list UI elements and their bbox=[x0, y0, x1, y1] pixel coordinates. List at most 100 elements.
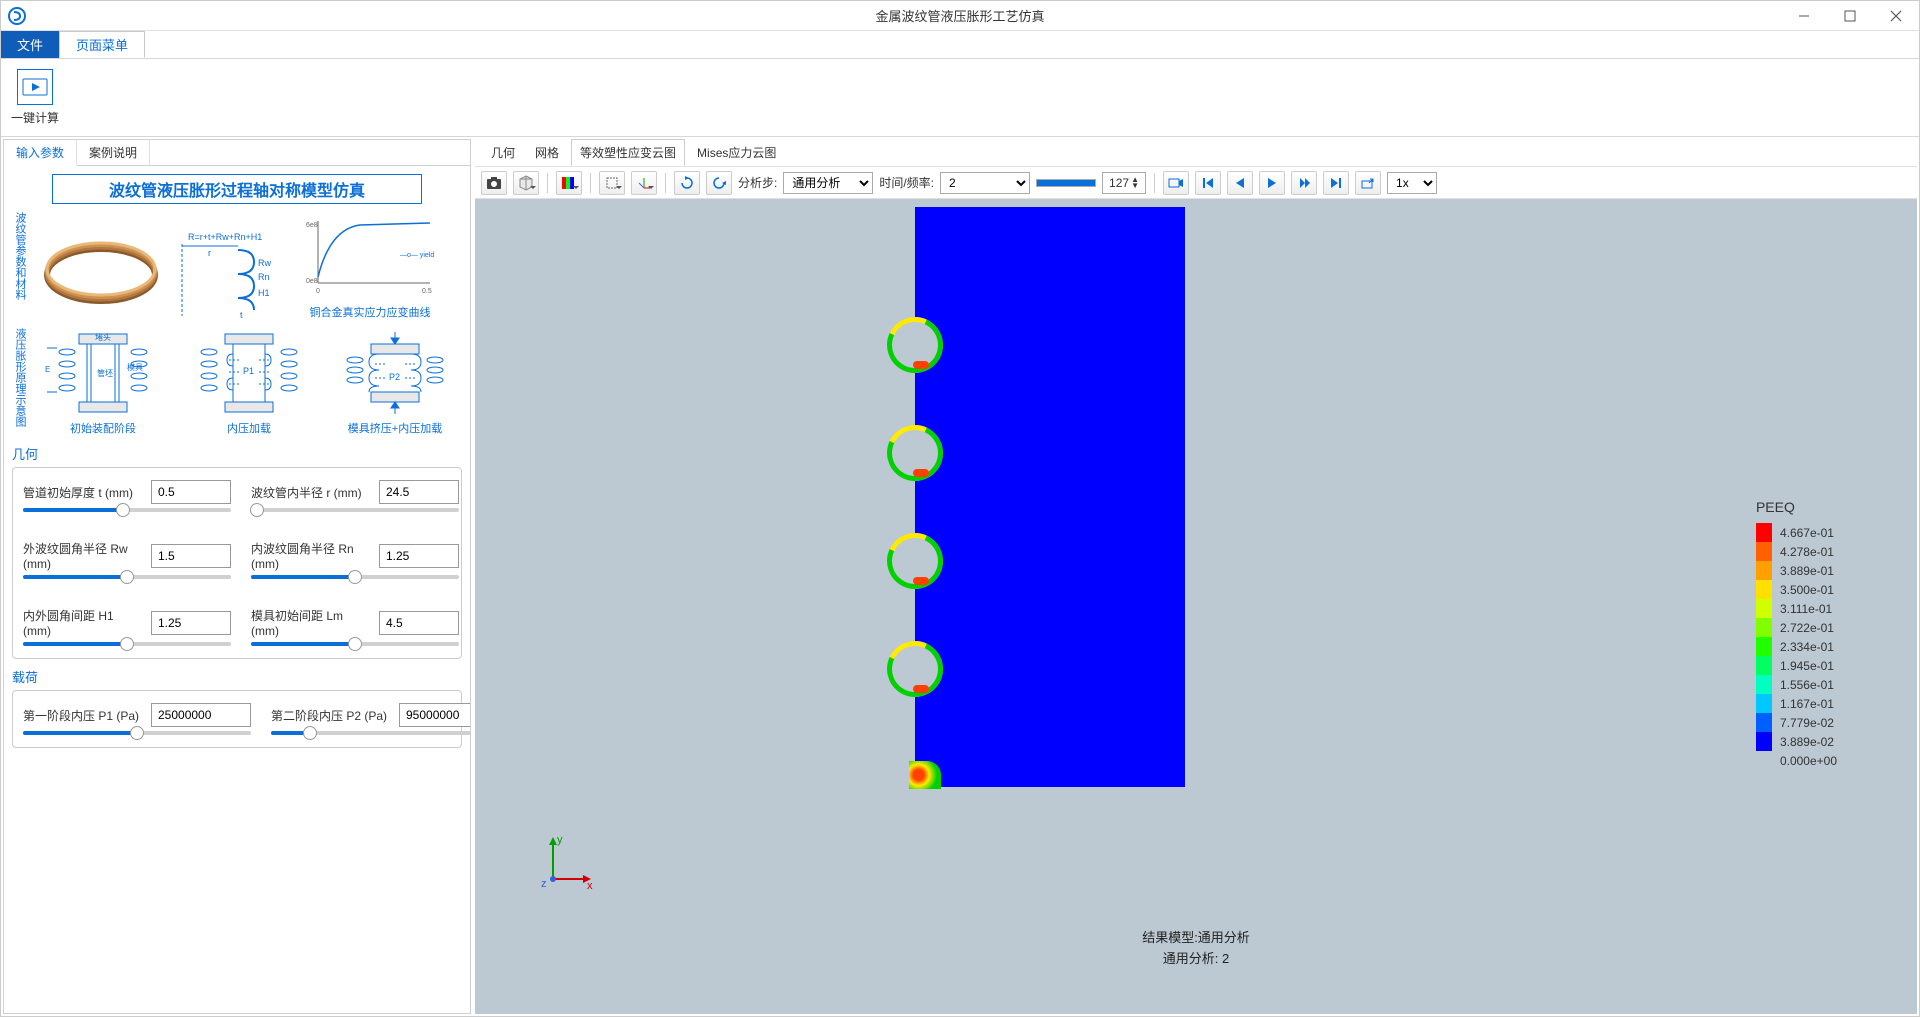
menu-file[interactable]: 文件 bbox=[1, 31, 59, 58]
param-input-Rw[interactable] bbox=[151, 544, 231, 568]
snapshot-button[interactable] bbox=[481, 171, 507, 195]
compute-button[interactable]: 一键计算 bbox=[11, 69, 59, 126]
param-label-Rn: 内波纹圆角半径 Rn (mm) bbox=[251, 540, 371, 571]
first-frame-button[interactable] bbox=[1195, 171, 1221, 195]
svg-text:管坯: 管坯 bbox=[97, 368, 113, 378]
stage1-caption: 初始装配阶段 bbox=[36, 420, 170, 436]
frame-spin[interactable]: 127▲▼ bbox=[1102, 172, 1146, 194]
left-panel: 输入参数 案例说明 波纹管液压胀形过程轴对称模型仿真 波纹管参数和材料 bbox=[3, 139, 471, 1014]
svg-text:—o— yield: —o— yield bbox=[400, 252, 434, 259]
illust-stress-curve: 6e8 0e8 0.5 0 —o— yield bbox=[300, 212, 440, 302]
param-input-P1[interactable] bbox=[151, 703, 251, 727]
viewtab-mises[interactable]: Mises应力云图 bbox=[689, 140, 784, 165]
svg-text:Rn: Rn bbox=[258, 272, 270, 282]
stage3-caption: 模具挤压+内压加载 bbox=[328, 420, 462, 436]
svg-text:6e8: 6e8 bbox=[306, 222, 318, 229]
param-slider-H1[interactable] bbox=[23, 642, 231, 646]
legend-title: PEEQ bbox=[1756, 499, 1837, 515]
legend-row: 1.556e-01 bbox=[1756, 675, 1837, 694]
svg-text:0e8: 0e8 bbox=[306, 278, 318, 285]
param-slider-P1[interactable] bbox=[23, 731, 251, 735]
param-label-Lm: 模具初始间距 Lm (mm) bbox=[251, 607, 371, 638]
legend-row: 3.889e-02 bbox=[1756, 732, 1837, 751]
param-slider-Lm[interactable] bbox=[251, 642, 459, 646]
illust-geometry-params: R=r+t+Rw+Rn+H1 r Rw Rn H1 t bbox=[178, 230, 288, 320]
param-input-Lm[interactable] bbox=[379, 611, 459, 635]
param-label-P1: 第一阶段内压 P1 (Pa) bbox=[23, 707, 143, 724]
legend-row: 4.667e-01 bbox=[1756, 523, 1837, 542]
prev-frame-button[interactable] bbox=[1227, 171, 1253, 195]
frame-slider[interactable] bbox=[1036, 179, 1096, 187]
param-input-t[interactable] bbox=[151, 480, 231, 504]
illust-stage-1: 堵头 管坯 模具 E bbox=[36, 328, 170, 418]
toolbar: 分析步: 通用分析 时间/频率: 2 127▲▼ 1x bbox=[475, 167, 1917, 199]
menu-page[interactable]: 页面菜单 bbox=[59, 31, 145, 58]
legend-row: 2.722e-01 bbox=[1756, 618, 1837, 637]
vlabel-specs: 波纹管参数和材料 bbox=[12, 212, 28, 320]
axes-button[interactable] bbox=[631, 171, 657, 195]
illust-stage-2: P1 bbox=[182, 328, 316, 418]
time-label: 时间/频率: bbox=[879, 174, 934, 191]
tab-input-params[interactable]: 输入参数 bbox=[4, 140, 77, 166]
simulation-result bbox=[915, 207, 1185, 787]
viewtab-peeq[interactable]: 等效塑性应变云图 bbox=[571, 139, 685, 166]
export-button[interactable] bbox=[1355, 171, 1381, 195]
maximize-button[interactable] bbox=[1827, 1, 1873, 31]
section-geom: 几何 bbox=[12, 444, 462, 463]
menubar: 文件 页面菜单 bbox=[1, 31, 1919, 59]
param-slider-P2[interactable] bbox=[271, 731, 470, 735]
coord-axes-icon: y x z bbox=[535, 831, 595, 894]
view-cube-button[interactable] bbox=[513, 171, 539, 195]
param-label-P2: 第二阶段内压 P2 (Pa) bbox=[271, 707, 391, 724]
svg-text:z: z bbox=[541, 878, 547, 890]
param-label-r: 波纹管内半径 r (mm) bbox=[251, 484, 371, 501]
illust-bellows bbox=[36, 230, 166, 320]
param-input-Rn[interactable] bbox=[379, 544, 459, 568]
param-label-t: 管道初始厚度 t (mm) bbox=[23, 484, 143, 501]
speed-select[interactable]: 1x bbox=[1387, 172, 1437, 194]
svg-text:模具: 模具 bbox=[127, 362, 143, 372]
legend-row: 4.278e-01 bbox=[1756, 542, 1837, 561]
viewtab-geom[interactable]: 几何 bbox=[483, 140, 523, 165]
legend-row: 3.111e-01 bbox=[1756, 599, 1837, 618]
param-label-H1: 内外圆角间距 H1 (mm) bbox=[23, 607, 143, 638]
svg-text:R=r+t+Rw+Rn+H1: R=r+t+Rw+Rn+H1 bbox=[188, 232, 262, 242]
param-input-r[interactable] bbox=[379, 480, 459, 504]
param-label-Rw: 外波纹圆角半径 Rw (mm) bbox=[23, 540, 143, 571]
close-button[interactable] bbox=[1873, 1, 1919, 31]
legend-row: 1.945e-01 bbox=[1756, 656, 1837, 675]
next-frame-button[interactable] bbox=[1291, 171, 1317, 195]
select-box-button[interactable] bbox=[599, 171, 625, 195]
legend-row: 3.889e-01 bbox=[1756, 561, 1837, 580]
svg-text:P1: P1 bbox=[243, 366, 254, 376]
refresh2-button[interactable] bbox=[706, 171, 732, 195]
param-input-P2[interactable] bbox=[399, 703, 470, 727]
viewtab-mesh[interactable]: 网格 bbox=[527, 140, 567, 165]
param-slider-Rn[interactable] bbox=[251, 575, 459, 579]
step-select[interactable]: 通用分析 bbox=[783, 172, 873, 194]
param-slider-Rw[interactable] bbox=[23, 575, 231, 579]
param-slider-r[interactable] bbox=[251, 508, 459, 512]
last-frame-button[interactable] bbox=[1323, 171, 1349, 195]
viewport[interactable]: y x z PEEQ 4.667e-014.278e-013.889e-01 3.… bbox=[475, 199, 1917, 1014]
geom-params: 管道初始厚度 t (mm) 波纹管内半径 r (mm) 外波纹圆角半径 Rw (… bbox=[12, 467, 462, 659]
param-slider-t[interactable] bbox=[23, 508, 231, 512]
minimize-button[interactable] bbox=[1781, 1, 1827, 31]
play-button[interactable] bbox=[1259, 171, 1285, 195]
svg-text:r: r bbox=[208, 248, 211, 258]
tab-case-desc[interactable]: 案例说明 bbox=[77, 140, 150, 165]
record-button[interactable] bbox=[1163, 171, 1189, 195]
titlebar: 金属波纹管液压胀形工艺仿真 bbox=[1, 1, 1919, 31]
svg-text:Rw: Rw bbox=[258, 258, 271, 268]
colormap-button[interactable] bbox=[556, 171, 582, 195]
legend-row: 0.000e+00 bbox=[1756, 751, 1837, 770]
time-select[interactable]: 2 bbox=[940, 172, 1030, 194]
param-input-H1[interactable] bbox=[151, 611, 231, 635]
refresh-button[interactable] bbox=[674, 171, 700, 195]
load-params: 第一阶段内压 P1 (Pa) 第二阶段内压 P2 (Pa) bbox=[12, 690, 462, 748]
play-icon bbox=[17, 69, 53, 105]
legend-row: 7.779e-02 bbox=[1756, 713, 1837, 732]
svg-text:P2: P2 bbox=[389, 372, 400, 382]
step-label: 分析步: bbox=[738, 174, 777, 191]
svg-text:E: E bbox=[45, 365, 50, 374]
